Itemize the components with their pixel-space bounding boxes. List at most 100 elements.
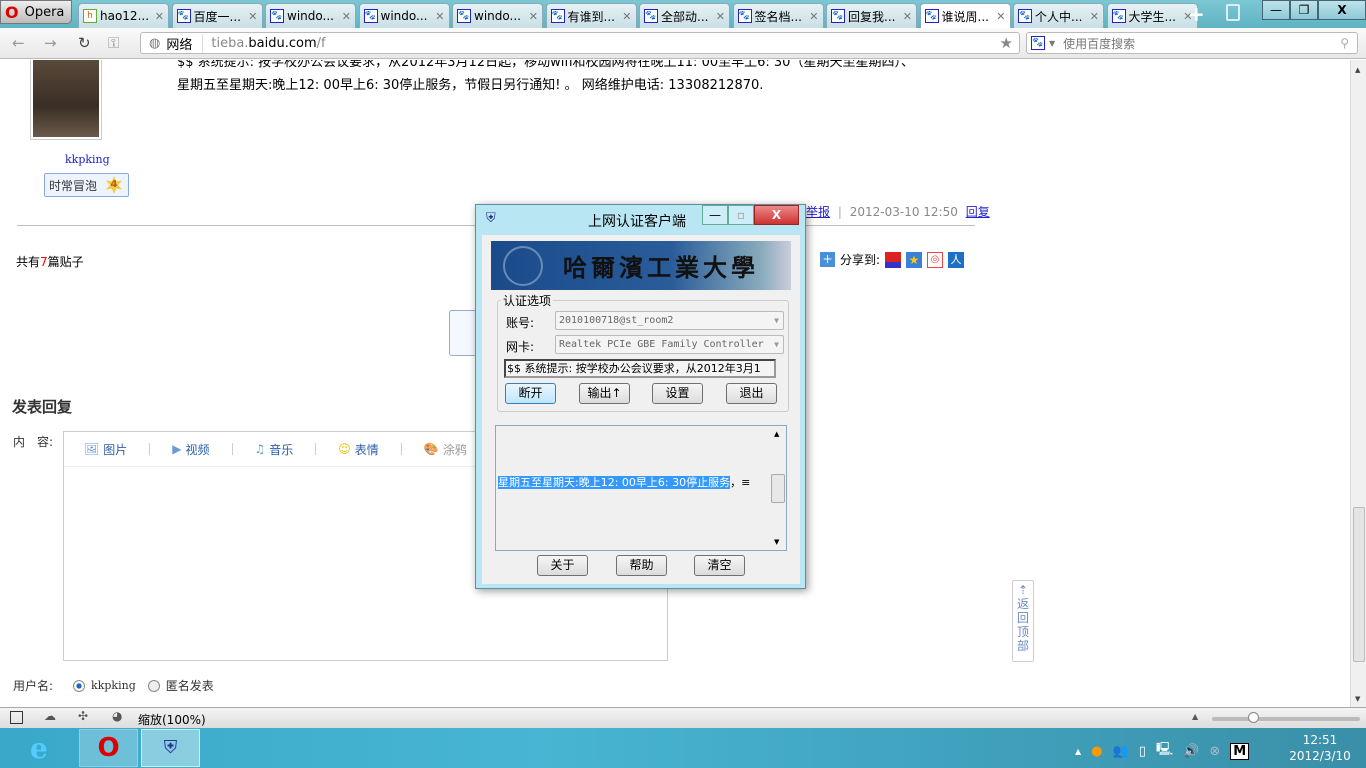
opera-menu-button[interactable]: O Opera — [0, 0, 72, 24]
tab[interactable]: h hao12... ✕ — [78, 3, 169, 28]
reload-icon[interactable]: ↻ — [78, 34, 91, 52]
turbo-icon[interactable]: ✣ — [78, 709, 88, 723]
tab[interactable]: 🐾 谁说周... ✕ — [919, 3, 1011, 28]
baidu-paw-icon: 🐾 — [550, 9, 565, 23]
dialog-close-button[interactable]: X — [754, 205, 799, 225]
settings-button[interactable]: 设置 — [652, 383, 703, 404]
forward-icon[interactable]: → — [44, 34, 57, 52]
users-tray-icon[interactable]: 👥 — [1113, 744, 1129, 759]
reply-form-title: 发表回复 — [12, 398, 73, 416]
dialog-maximize-button[interactable]: ▫ — [728, 205, 754, 225]
tab[interactable]: 🐾 windo... ✕ — [452, 3, 543, 28]
trash-icon[interactable] — [1226, 4, 1240, 21]
editor-smiley-button[interactable]: ☺ 表情 — [338, 441, 379, 458]
opera-taskbar-button[interactable]: O — [79, 729, 138, 767]
close-tab-icon[interactable]: ✕ — [1090, 10, 1099, 23]
cloud-icon[interactable]: ☁ — [44, 709, 56, 723]
exit-button[interactable]: 退出 — [726, 383, 777, 404]
volume-tray-icon[interactable]: 🔊 — [1183, 744, 1199, 759]
nic-select[interactable]: Realtek PCIe GBE Family Controller ▼ — [555, 335, 784, 354]
tab[interactable]: 🐾 百度一... ✕ — [171, 3, 263, 28]
editor-music-button[interactable]: ♫ 音乐 — [255, 441, 294, 458]
user-level-badge[interactable]: 时常冒泡 4 — [44, 173, 129, 197]
new-tab-button[interactable]: + — [1188, 2, 1205, 26]
bookmark-star-icon[interactable]: ★ — [1000, 34, 1013, 52]
output-button[interactable]: 输出↑ — [579, 383, 630, 404]
back-to-top-button[interactable]: ⇡ 返回顶部 — [1012, 580, 1034, 662]
log-area[interactable]: 星期五至星期天:晚上12: 00早上6: 30停止服务，≡ ▲ ▼ — [495, 425, 787, 551]
tab[interactable]: 🐾 回复我... ✕ — [826, 3, 917, 28]
close-tab-icon[interactable]: ✕ — [155, 10, 164, 23]
share-plus-icon[interactable]: + — [820, 252, 835, 267]
close-tab-icon[interactable]: ✕ — [435, 10, 444, 23]
editor-palette-button[interactable]: 🎨 涂鸦 — [424, 441, 467, 458]
speed-dial-icon[interactable]: ◕ — [112, 709, 122, 723]
tab[interactable]: 🐾 全部动... ✕ — [639, 3, 730, 28]
about-button[interactable]: 关于 — [537, 555, 588, 576]
baidu-paw-icon: 🐾 — [363, 9, 378, 23]
zoom-up-icon[interactable]: ▲ — [1192, 712, 1198, 721]
tab[interactable]: 🐾 windo... ✕ — [265, 3, 356, 28]
post-author-link[interactable]: kkpking — [65, 153, 110, 166]
close-tab-icon[interactable]: ✕ — [529, 10, 538, 23]
close-tab-icon[interactable]: ✕ — [342, 10, 351, 23]
tab[interactable]: 🐾 签名档... ✕ — [732, 3, 824, 28]
minimize-button[interactable]: — — [1262, 0, 1290, 20]
clear-button[interactable]: 清空 — [694, 555, 745, 576]
radio-user[interactable] — [73, 679, 86, 692]
show-hidden-icons[interactable]: ▲ — [1075, 747, 1081, 756]
auth-client-taskbar-button[interactable]: ⛨ — [141, 729, 200, 767]
qzone-share-icon[interactable]: ★ — [906, 251, 923, 268]
disconnect-button[interactable]: 断开 — [505, 383, 556, 404]
weibo-share-icon[interactable]: ◎ — [927, 251, 944, 268]
baidu-paw-icon[interactable]: 🐾 — [1031, 36, 1045, 50]
close-tab-icon[interactable]: ✕ — [996, 10, 1005, 23]
back-icon[interactable]: ← — [12, 34, 25, 52]
page-scrollbar[interactable]: ▲ ▼ — [1350, 60, 1366, 707]
zoom-slider[interactable] — [1212, 717, 1360, 721]
address-field[interactable]: ◍ 网络 tieba.baidu.com/f ★ — [140, 32, 1020, 54]
network-tray-icon[interactable]: 🖳 — [1156, 740, 1173, 762]
report-link[interactable]: 举报 — [806, 205, 830, 219]
search-field[interactable]: 🐾 ▼ 使用百度搜索 ⚲ — [1026, 32, 1358, 54]
avatar[interactable] — [30, 60, 102, 140]
chevron-down-icon[interactable]: ▼ — [1049, 39, 1055, 48]
zoom-slider-thumb[interactable] — [1248, 712, 1260, 723]
search-icon[interactable]: ⚲ — [1340, 36, 1349, 50]
log-scrollbar-thumb[interactable] — [771, 474, 785, 503]
ie-taskbar-icon[interactable]: e — [30, 732, 48, 765]
close-button[interactable]: X — [1318, 0, 1366, 20]
tab[interactable]: 🐾 有谁到... ✕ — [545, 3, 637, 28]
close-tab-icon[interactable]: ✕ — [716, 10, 725, 23]
editor-image-button[interactable]: 🖼 图片 — [84, 441, 127, 458]
editor-video-button[interactable]: ▶ 视频 — [172, 441, 209, 458]
tab[interactable]: 🐾 个人中... ✕ — [1013, 3, 1104, 28]
content-label: 内 容: — [13, 435, 54, 449]
close-tab-icon[interactable]: ✕ — [248, 10, 257, 23]
help-button[interactable]: 帮助 — [616, 555, 667, 576]
dialog-minimize-button[interactable]: — — [702, 205, 728, 225]
radio-anonymous[interactable] — [147, 679, 160, 692]
restore-button[interactable]: ❐ — [1290, 0, 1318, 20]
key-icon[interactable]: ⚿ — [108, 34, 119, 52]
close-tab-icon[interactable]: ✕ — [809, 10, 818, 23]
address-toolbar: ← → ↻ ⚿ ◍ 网络 tieba.baidu.com/f ★ 🐾 ▼ 使用百… — [0, 28, 1366, 59]
tab[interactable]: 🐾 windo... ✕ — [358, 3, 450, 28]
ime-indicator[interactable]: M — [1230, 742, 1250, 760]
close-tab-icon[interactable]: ✕ — [622, 10, 631, 23]
log-scrollbar[interactable]: ▲ ▼ — [770, 426, 786, 550]
status-bar: ☁ ✣ ◕ 缩放(100%) ▲ — [0, 707, 1366, 728]
clock[interactable]: 12:51 2012/3/10 — [1280, 732, 1360, 764]
qq-tray-icon[interactable]: ● — [1091, 744, 1102, 759]
tab[interactable]: 🐾 大学生... ✕ — [1106, 3, 1198, 28]
power-tray-icon[interactable]: ▯ — [1139, 744, 1146, 759]
reply-link[interactable]: 回复 — [966, 205, 990, 219]
renren-share-icon[interactable] — [885, 251, 902, 268]
renren-people-share-icon[interactable]: 人 — [948, 251, 965, 268]
notice-field[interactable]: $$ 系统提示: 按学校办公会议要求，从2012年3月1 — [504, 359, 776, 378]
error-tray-icon[interactable]: ⊗ — [1209, 744, 1220, 759]
close-tab-icon[interactable]: ✕ — [903, 10, 912, 23]
scrollbar-thumb[interactable] — [1353, 507, 1365, 662]
panel-toggle-icon[interactable] — [10, 711, 23, 724]
account-select[interactable]: 2010100718@st_room2 ▼ — [555, 311, 784, 330]
